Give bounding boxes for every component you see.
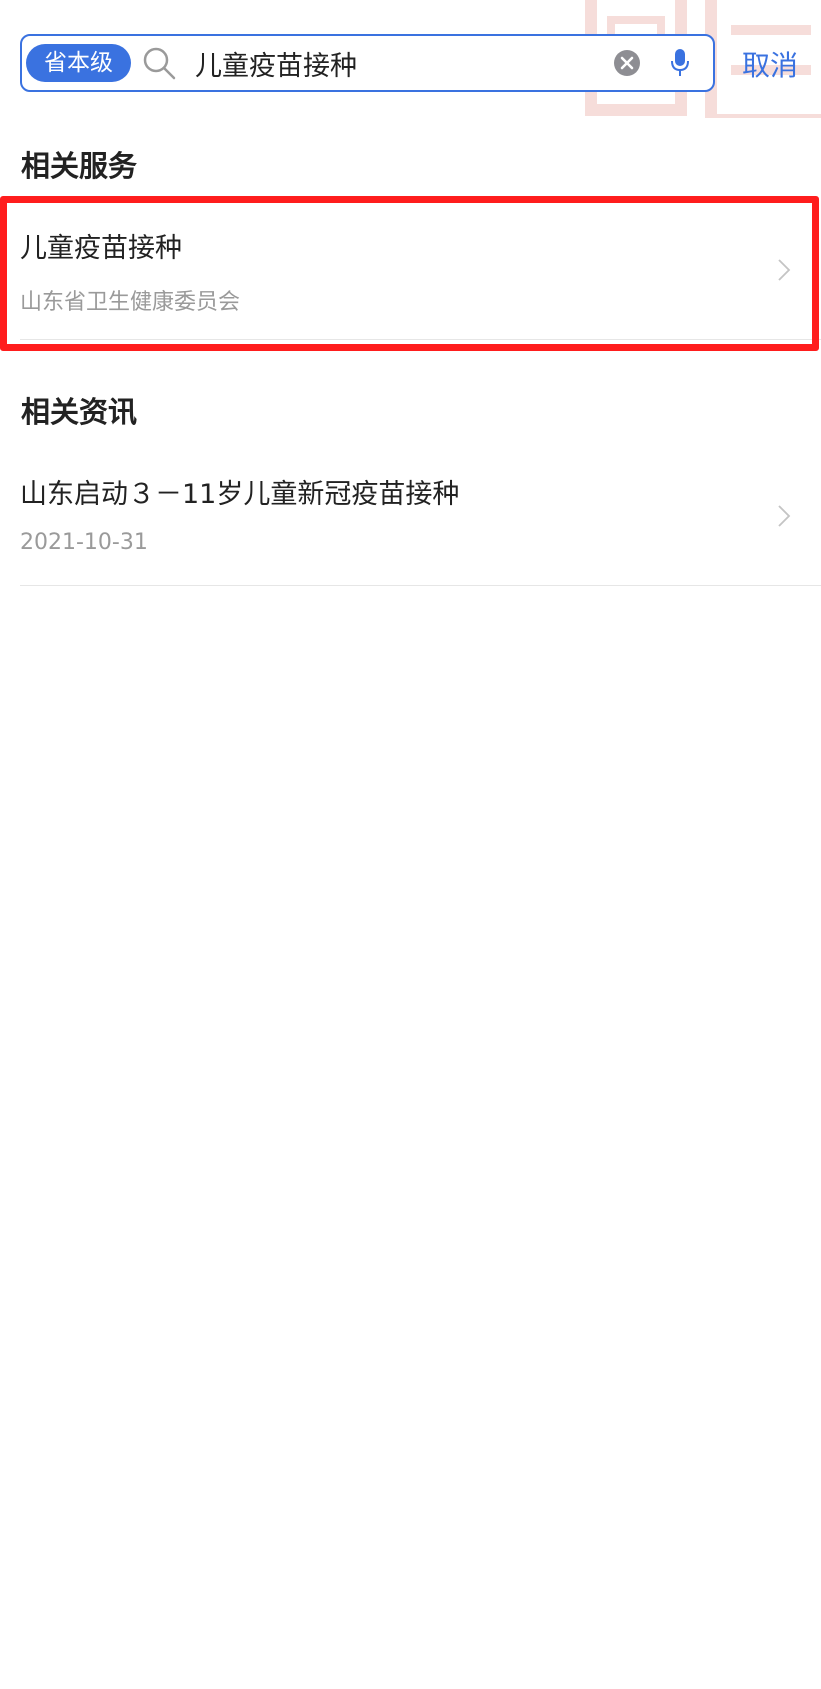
clear-icon[interactable] <box>613 49 641 77</box>
news-item-title: 山东启动３－11岁儿童新冠疫苗接种 <box>20 479 460 510</box>
news-list-item[interactable]: 山东启动３－11岁儿童新冠疫苗接种 2021-10-31 <box>20 446 821 586</box>
mic-icon[interactable] <box>667 47 693 79</box>
search-bar[interactable]: 省本级 儿童疫苗接种 <box>20 34 715 92</box>
scope-selector-button[interactable]: 省本级 <box>26 44 131 82</box>
news-item-date: 2021-10-31 <box>20 530 148 555</box>
section-title-news: 相关资讯 <box>21 395 138 429</box>
chevron-right-icon <box>778 505 791 527</box>
service-item-title: 儿童疫苗接种 <box>20 233 182 264</box>
service-item-department: 山东省卫生健康委员会 <box>20 290 241 315</box>
search-input[interactable]: 儿童疫苗接种 <box>195 44 613 83</box>
cancel-button[interactable]: 取消 <box>742 44 798 84</box>
chevron-right-icon <box>778 259 791 281</box>
search-icon <box>141 45 177 81</box>
service-list-item[interactable]: 儿童疫苗接种 山东省卫生健康委员会 <box>20 200 821 340</box>
section-title-services: 相关服务 <box>21 149 138 183</box>
